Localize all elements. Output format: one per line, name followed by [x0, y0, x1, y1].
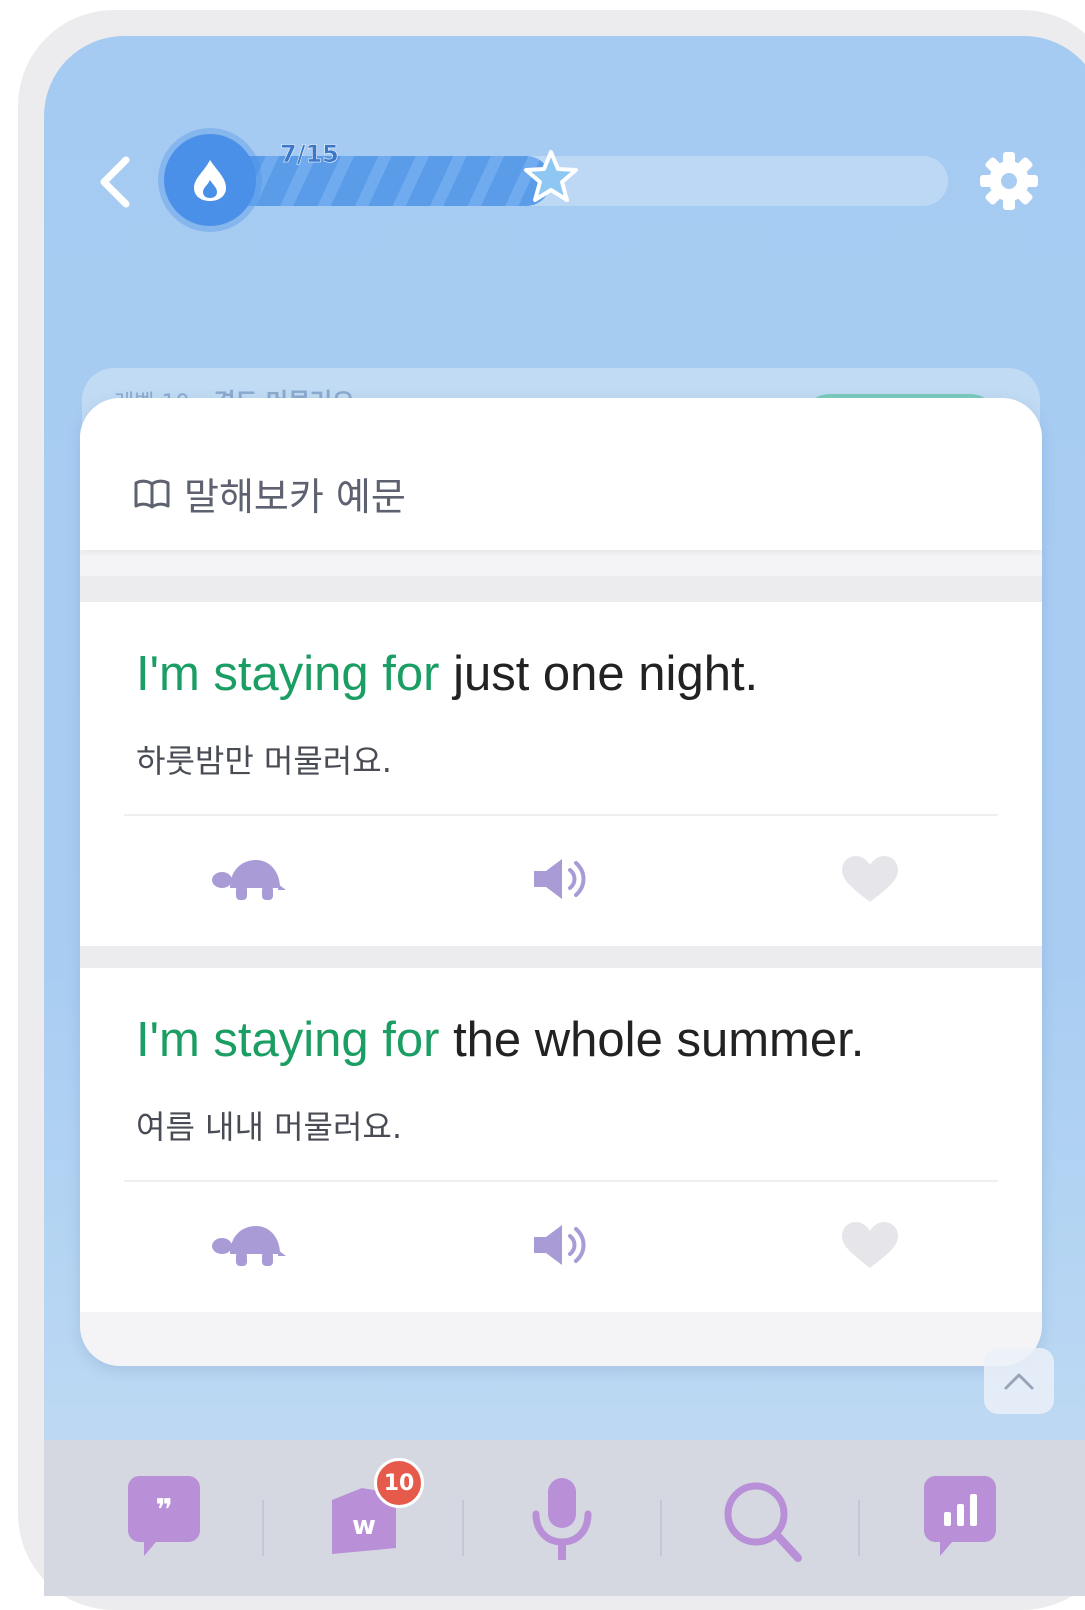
notification-badge: 10 — [374, 1458, 424, 1508]
example-highlight: I'm staying for — [136, 1013, 440, 1067]
chart-bubble-icon — [924, 1476, 996, 1556]
back-button[interactable] — [96, 154, 136, 210]
example-translation: 여름 내내 머물러요. — [136, 1108, 403, 1146]
turtle-icon — [212, 860, 286, 900]
sheet-title: 말해보카 예문 — [134, 466, 406, 521]
search-icon — [724, 1482, 802, 1562]
progress-label: 7/15 — [280, 140, 339, 169]
slow-play-button[interactable] — [210, 1220, 290, 1270]
heart-icon — [842, 856, 898, 902]
nav-search[interactable] — [720, 1474, 804, 1564]
example-card: I'm staying for just one night. 하룻밤만 머물러… — [80, 602, 1042, 946]
example-rest: just one night. — [439, 647, 759, 701]
settings-button[interactable] — [978, 150, 1040, 212]
example-separator — [80, 946, 1042, 968]
nav-conversation[interactable]: ❞ — [122, 1474, 206, 1564]
play-audio-button[interactable] — [528, 854, 608, 904]
gear-icon — [980, 152, 1038, 210]
example-card: I'm staying for the whole summer. 여름 내내 … — [80, 968, 1042, 1312]
progress-fill — [204, 156, 552, 206]
example-sentence: I'm staying for just one night. — [136, 646, 758, 702]
favorite-button[interactable] — [830, 1220, 910, 1270]
nav-separator — [660, 1500, 662, 1556]
example-highlight: I'm staying for — [136, 647, 440, 701]
example-translation: 하룻밤만 머물러요. — [136, 742, 392, 780]
star-icon — [521, 148, 581, 208]
example-actions — [80, 1182, 1042, 1312]
nav-stats[interactable] — [918, 1474, 1002, 1564]
svg-text:w: w — [352, 1511, 376, 1541]
quote-bubble-icon: ❞ — [128, 1476, 200, 1556]
speaker-icon — [534, 1225, 586, 1265]
bottom-nav: ❞ w 10 — [44, 1440, 1085, 1596]
nav-separator — [462, 1500, 464, 1556]
nav-speaking[interactable] — [520, 1474, 604, 1564]
slow-play-button[interactable] — [210, 854, 290, 904]
sheet-header: 말해보카 예문 — [80, 398, 1042, 550]
examples-sheet: 말해보카 예문 I'm staying for just one night. … — [80, 398, 1042, 1366]
example-rest: the whole summer. — [439, 1013, 865, 1067]
example-sentence: I'm staying for the whole summer. — [136, 1012, 864, 1068]
speaker-icon — [534, 859, 586, 899]
play-audio-button[interactable] — [528, 1220, 608, 1270]
nav-separator — [858, 1500, 860, 1556]
chevron-left-icon — [100, 156, 130, 208]
sheet-separator — [80, 576, 1042, 602]
flame-icon — [194, 160, 226, 201]
heart-icon — [842, 1222, 898, 1268]
streak-badge — [164, 134, 256, 226]
app-screen: 7/15 레벨 10경도 머물러요 — [44, 36, 1085, 1596]
favorite-button[interactable] — [830, 854, 910, 904]
scroll-top-button[interactable] — [984, 1348, 1054, 1414]
chevron-up-icon — [1004, 1373, 1034, 1390]
nav-separator — [262, 1500, 264, 1556]
turtle-icon — [212, 1226, 286, 1266]
example-actions — [80, 816, 1042, 946]
svg-text:❞: ❞ — [155, 1493, 173, 1528]
book-icon — [134, 479, 170, 508]
microphone-icon — [532, 1478, 592, 1560]
